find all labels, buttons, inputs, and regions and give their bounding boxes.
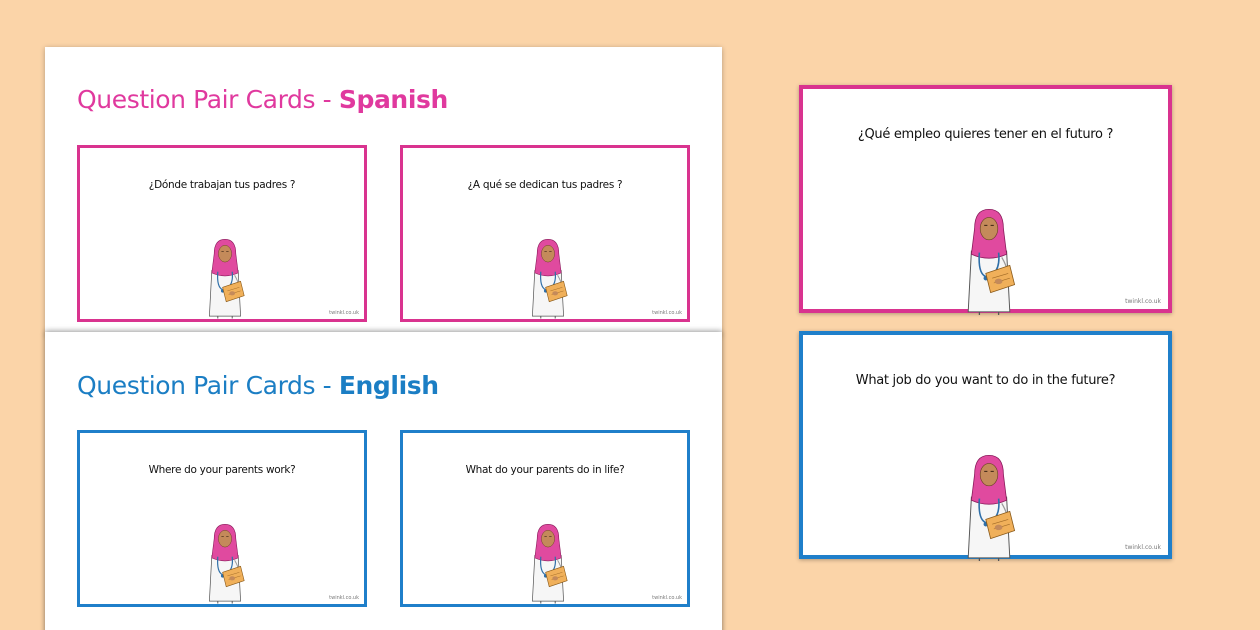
title-prefix: Question Pair Cards - (77, 85, 339, 114)
brand-logo: twinkl.co.uk (652, 310, 682, 316)
doctor-with-clipboard-icon (201, 234, 249, 319)
doctor-with-clipboard-icon (957, 203, 1021, 315)
doctor-with-clipboard-icon (201, 519, 249, 604)
question-card-spanish-2: ¿A qué se dedican tus padres ? twinkl.co… (400, 145, 690, 322)
question-card-english-1: Where do your parents work? twinkl.co.uk (77, 430, 367, 607)
spanish-sheet-title: Question Pair Cards - Spanish (77, 85, 448, 114)
brand-logo: twinkl.co.uk (329, 595, 359, 601)
doctor-with-clipboard-icon (957, 449, 1021, 561)
title-prefix: Question Pair Cards - (77, 371, 339, 400)
featured-card-english: What job do you want to do in the future… (799, 331, 1172, 559)
card-question: What do your parents do in life? (465, 464, 625, 476)
brand-logo: twinkl.co.uk (329, 310, 359, 316)
card-question: What job do you want to do in the future… (855, 373, 1116, 388)
brand-logo: twinkl.co.uk (1125, 544, 1161, 551)
card-question: ¿Dónde trabajan tus padres ? (148, 179, 296, 191)
english-sheet-title: Question Pair Cards - English (77, 371, 439, 400)
card-question: Where do your parents work? (148, 464, 296, 476)
card-question: ¿Qué empleo quieres tener en el futuro ? (857, 127, 1114, 142)
english-worksheet: Question Pair Cards - English Where do y… (45, 332, 722, 630)
brand-logo: twinkl.co.uk (1125, 298, 1161, 305)
question-card-english-2: What do your parents do in life? twinkl.… (400, 430, 690, 607)
spanish-worksheet: Question Pair Cards - Spanish ¿Dónde tra… (45, 47, 722, 335)
title-language: Spanish (338, 85, 448, 114)
card-question: ¿A qué se dedican tus padres ? (467, 179, 623, 191)
brand-logo: twinkl.co.uk (652, 595, 682, 601)
featured-card-spanish: ¿Qué empleo quieres tener en el futuro ?… (799, 85, 1172, 313)
doctor-with-clipboard-icon (524, 234, 572, 319)
question-card-spanish-1: ¿Dónde trabajan tus padres ? twinkl.co.u… (77, 145, 367, 322)
title-language: English (338, 371, 439, 400)
doctor-with-clipboard-icon (524, 519, 572, 604)
